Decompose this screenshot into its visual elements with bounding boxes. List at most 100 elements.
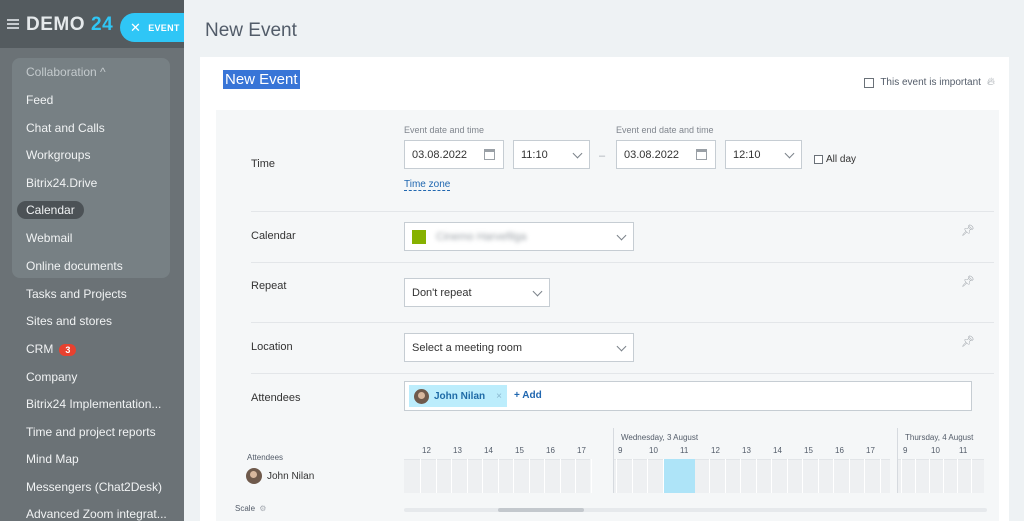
sidebar-item-mind-map[interactable]: Mind Map: [26, 452, 79, 466]
planner-hour-label: 15: [515, 446, 524, 455]
sidebar: DEMO 24 Collaboration ^ Feed Chat and Calls…: [0, 0, 184, 521]
planner-grid-line: [817, 459, 819, 493]
sidebar-item-webmail[interactable]: Webmail: [26, 231, 72, 245]
brand-logo[interactable]: DEMO 24: [26, 14, 113, 36]
sidebar-item-chat-and-calls[interactable]: Chat and Calls: [26, 121, 105, 135]
calendar-color-swatch: [412, 229, 426, 244]
divider: [251, 262, 994, 263]
planner-scrollbar[interactable]: [404, 508, 987, 512]
calendar-select[interactable]: Cinemo Harvefilga: [404, 222, 634, 251]
event-name-input[interactable]: New Event: [223, 70, 300, 89]
chevron-down-icon: [532, 286, 543, 297]
planner-hour-label: 9: [903, 446, 908, 455]
planner-grid-line: [631, 459, 633, 493]
close-event-button[interactable]: ✕ EVENT: [120, 13, 184, 42]
divider: [251, 211, 994, 212]
important-checkbox[interactable]: [864, 77, 875, 88]
planner-grid-line: [957, 459, 958, 493]
sidebar-item-feed[interactable]: Feed: [26, 93, 53, 107]
sidebar-item-calendar[interactable]: Calendar: [17, 201, 84, 219]
page-title: New Event: [205, 20, 297, 41]
pin-icon[interactable]: 📌︎: [961, 275, 975, 288]
calendar-icon[interactable]: [484, 149, 495, 160]
sidebar-item-time-and-project-reports[interactable]: Time and project reports: [26, 425, 156, 439]
day-label-thursday: Thursday, 4 August: [905, 433, 974, 442]
planner-hour-label: 16: [546, 446, 555, 455]
scrollbar-thumb[interactable]: [498, 508, 584, 512]
repeat-label: Repeat: [251, 280, 287, 292]
planner-grid-line: [833, 459, 834, 493]
attendees-label: Attendees: [251, 392, 301, 404]
planner-grid-line: [482, 459, 483, 493]
end-date-input[interactable]: 03.08.2022: [616, 140, 716, 169]
planner-grid-line: [590, 459, 592, 493]
count-badge: 3: [59, 344, 77, 356]
planner-grid-line: [451, 459, 452, 493]
sidebar-item-crm[interactable]: CRM 3: [26, 342, 77, 356]
calendar-icon[interactable]: [696, 149, 707, 160]
all-day-checkbox[interactable]: [814, 155, 823, 164]
planner-hour-label: 17: [866, 446, 875, 455]
planner-grid-line: [513, 459, 514, 493]
sidebar-item-bitrix24-implementation[interactable]: Bitrix24 Implementation...: [26, 397, 161, 411]
sidebar-item-workgroups[interactable]: Workgroups: [26, 148, 90, 162]
planner-selected-slot[interactable]: [664, 459, 695, 493]
planner-grid-line: [864, 459, 865, 493]
chevron-down-icon: [784, 148, 795, 159]
planner-grid-line: [901, 459, 902, 493]
planner-grid-line: [575, 459, 576, 493]
planner-grid-line: [786, 459, 788, 493]
close-icon: ✕: [130, 19, 142, 35]
add-attendee-link[interactable]: + Add: [514, 390, 542, 401]
sidebar-item-bitrix24-drive[interactable]: Bitrix24.Drive: [26, 176, 97, 190]
location-select[interactable]: Select a meeting room: [404, 333, 634, 362]
sidebar-item-advanced-zoom-integrat[interactable]: Advanced Zoom integrat...: [26, 507, 167, 521]
start-date-input[interactable]: 03.08.2022: [404, 140, 504, 169]
attendees-input[interactable]: John Nilan × + Add: [404, 381, 972, 411]
panel-header: New Event This event is important 🔥︎: [200, 57, 1009, 106]
pin-icon[interactable]: 📌︎: [961, 335, 975, 348]
planner-grid-line: [771, 459, 772, 493]
planner-grid-line: [647, 459, 648, 493]
planner-grid-line: [879, 459, 881, 493]
sidebar-item-company[interactable]: Company: [26, 370, 77, 384]
planner-grid-line: [528, 459, 530, 493]
pin-icon[interactable]: 📌︎: [961, 224, 975, 237]
planner-hour-label: 17: [577, 446, 586, 455]
sidebar-item-sites-and-stores[interactable]: Sites and stores: [26, 314, 112, 328]
planner-grid-line: [420, 459, 421, 493]
planner-grid-line: [929, 459, 930, 493]
planner-grid-line: [497, 459, 499, 493]
scale-label[interactable]: Scale ⚙: [235, 504, 266, 513]
sidebar-item-messengers-chat2desk[interactable]: Messengers (Chat2Desk): [26, 480, 162, 494]
planner-hour-label: 16: [835, 446, 844, 455]
end-time-select[interactable]: 12:10: [725, 140, 802, 169]
planner-grid-line: [848, 459, 850, 493]
all-day-toggle[interactable]: All day: [814, 154, 856, 165]
planner-attendees-label: Attendees: [247, 453, 284, 462]
time-zone-link[interactable]: Time zone: [404, 179, 451, 191]
planner-hour-label: 13: [742, 446, 751, 455]
planner-hour-label: 10: [649, 446, 658, 455]
planner-grid-line: [971, 459, 972, 493]
sidebar-item-tasks-and-projects[interactable]: Tasks and Projects: [26, 287, 127, 301]
planner-hour-label: 12: [711, 446, 720, 455]
planner-grid-line: [802, 459, 803, 493]
sidebar-group-collaboration[interactable]: Collaboration ^: [26, 65, 106, 79]
attendee-chip[interactable]: John Nilan ×: [409, 385, 507, 407]
start-label: Event date and time: [404, 125, 485, 135]
event-form: Time Event date and time Event end date …: [216, 110, 999, 521]
remove-attendee-icon[interactable]: ×: [496, 391, 502, 402]
repeat-select[interactable]: Don't repeat: [404, 278, 550, 307]
planner-hour-label: 13: [453, 446, 462, 455]
avatar: [246, 468, 262, 484]
end-label: Event end date and time: [616, 125, 714, 135]
divider: [251, 373, 994, 374]
planner-hour-label: 10: [931, 446, 940, 455]
calendar-label: Calendar: [251, 230, 296, 242]
important-toggle[interactable]: This event is important 🔥︎: [864, 76, 995, 89]
gear-icon[interactable]: ⚙: [259, 504, 266, 513]
hamburger-menu-icon[interactable]: [7, 19, 19, 29]
sidebar-item-online-documents[interactable]: Online documents: [26, 259, 123, 273]
start-time-select[interactable]: 11:10: [513, 140, 590, 169]
